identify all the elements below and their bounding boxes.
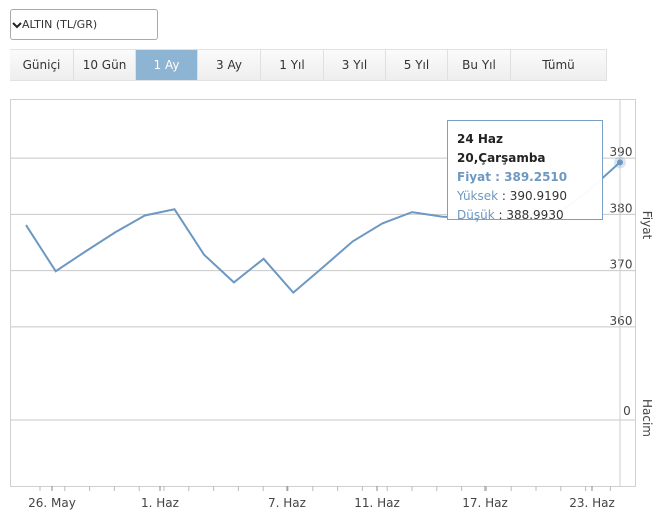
x-tick-label: 26. May: [28, 496, 76, 510]
tooltip-fiyat-value: 389.2510: [504, 170, 568, 184]
tooltip-yuksek-value: 390.9190: [509, 189, 568, 203]
x-tick-label: 11. Haz: [354, 496, 400, 510]
x-tick-label: 23. Haz: [569, 496, 615, 510]
tooltip-yuksek-label: Yüksek: [457, 189, 499, 203]
price-chart[interactable]: 3903803703600FiyatHacim26. May 1. Haz 7. H…: [0, 0, 671, 527]
price-tick-label: 370: [610, 258, 633, 272]
price-axis-title: Fiyat: [640, 211, 654, 240]
price-tick-label: 380: [610, 201, 633, 215]
price-tick-label: 360: [610, 314, 633, 328]
tooltip-dusuk-label: Düşük: [457, 208, 495, 222]
hover-marker: [617, 159, 623, 166]
volume-tick-label: 0: [623, 404, 631, 418]
price-tooltip: 24 Haz 20,Çarşamba Fiyat : 389.2510 Yüks…: [447, 120, 603, 222]
x-tick-label: 1. Haz: [141, 496, 179, 510]
x-tick-label: 17. Haz: [462, 496, 508, 510]
x-tick-label: 7. Haz: [268, 496, 306, 510]
tooltip-date: 24 Haz 20,Çarşamba: [457, 132, 546, 165]
tooltip-fiyat-label: Fiyat: [457, 170, 491, 184]
tooltip-dusuk-value: 388.9930: [506, 208, 564, 222]
volume-axis-title: Hacim: [640, 399, 654, 437]
